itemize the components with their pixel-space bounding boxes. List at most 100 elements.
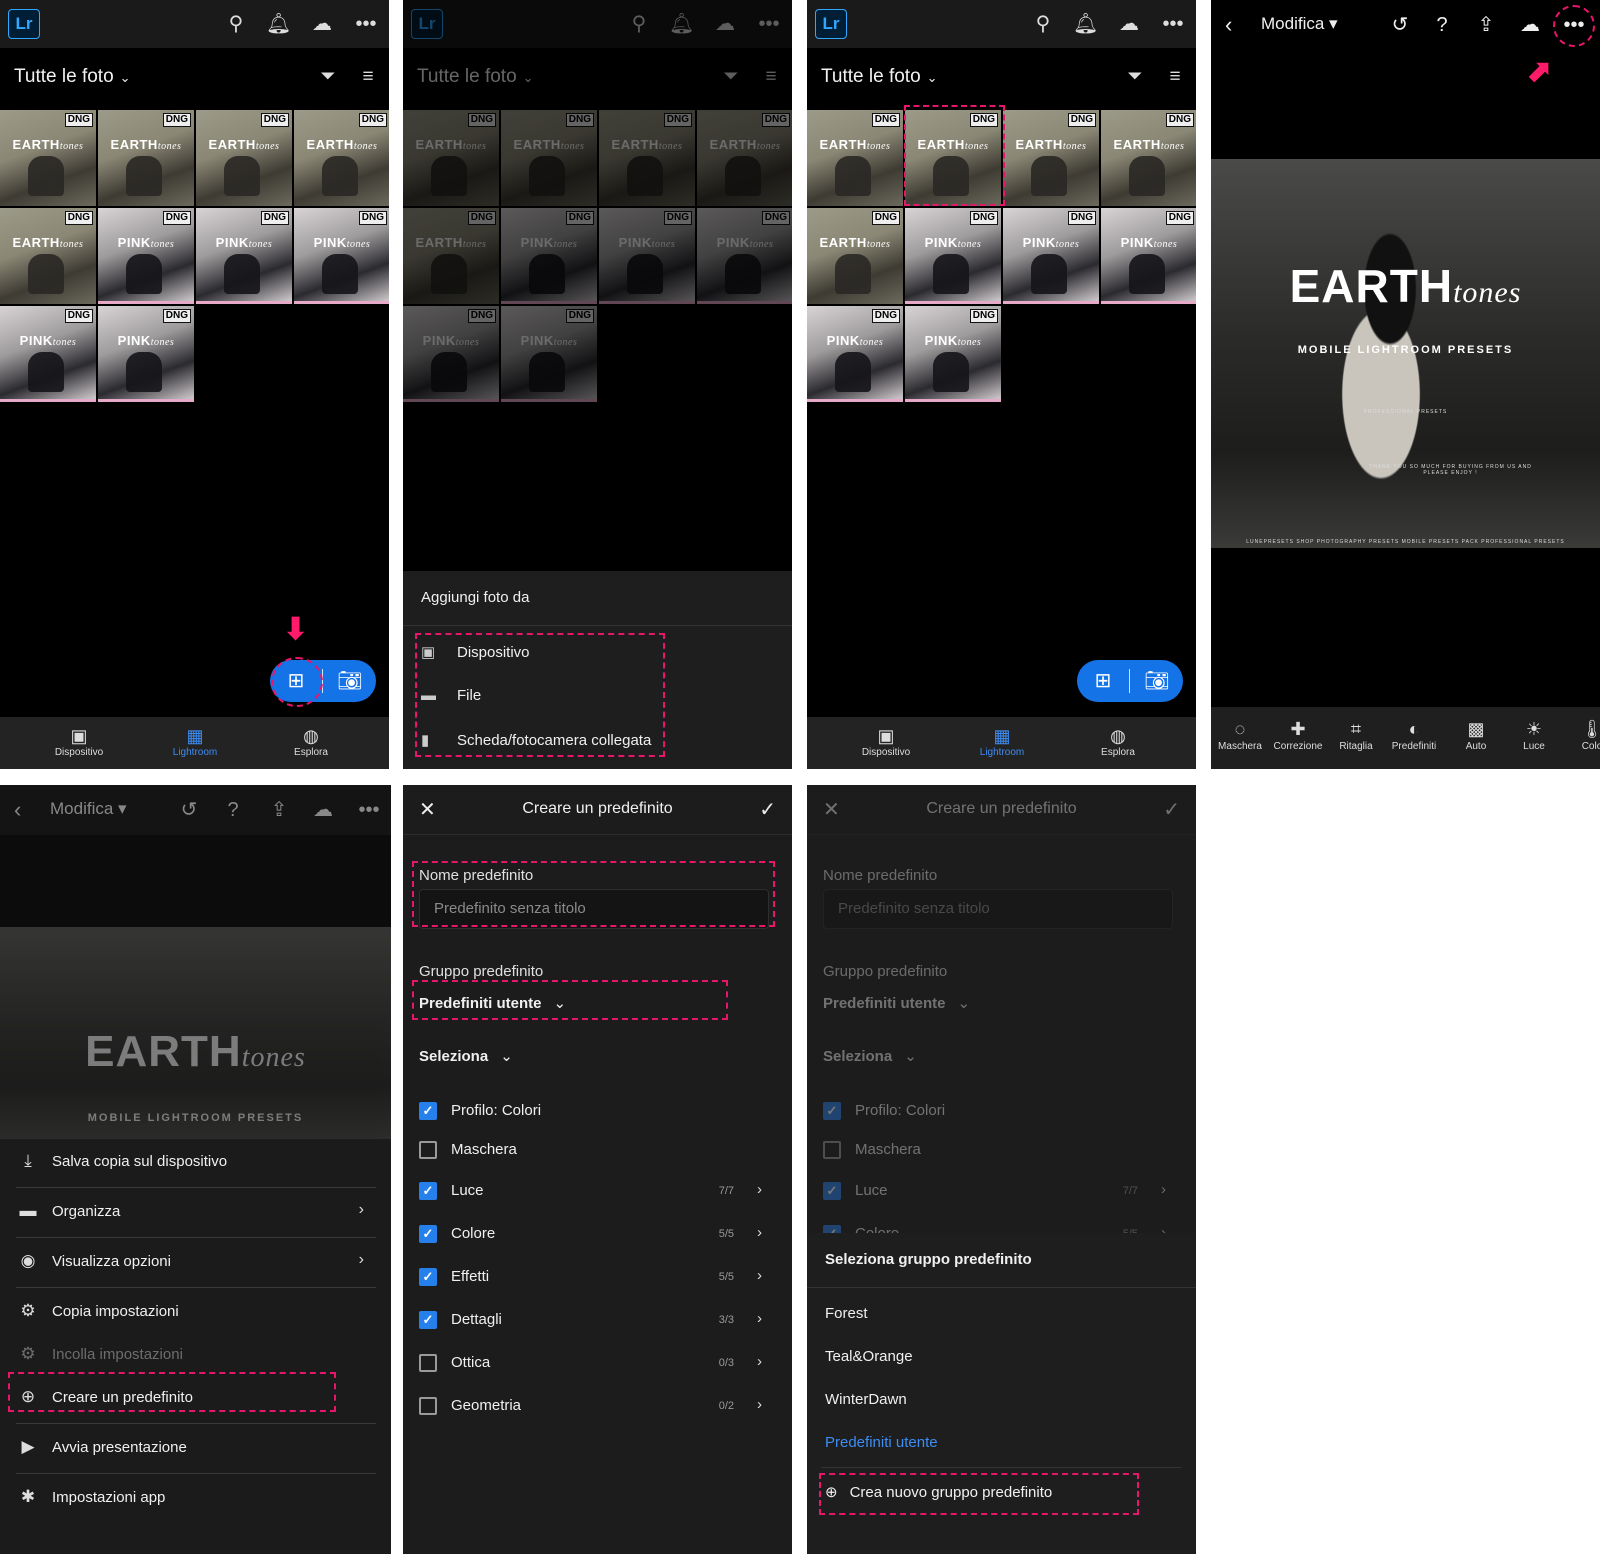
photo-thumbnail[interactable]: DNG PINKtones — [98, 208, 194, 304]
photo-thumbnail[interactable]: DNG PINKtones — [403, 306, 499, 402]
chevron-right-icon[interactable]: › — [757, 1310, 762, 1327]
preset-option-row[interactable]: ✓ Luce 7/7 › — [823, 1177, 1168, 1207]
photo-thumbnail[interactable]: DNG PINKtones — [807, 306, 903, 402]
nav-device[interactable]: ▣ Dispositivo — [841, 725, 931, 758]
add-photo-icon[interactable]: ⊞ — [1077, 660, 1129, 702]
checkbox[interactable]: ✓ — [419, 1182, 437, 1200]
checkbox[interactable]: ✓ — [823, 1102, 841, 1120]
menu-item[interactable]: ▶ Avvia presentazione — [16, 1423, 376, 1473]
tool-presets[interactable]: ◐ Predefiniti — [1385, 717, 1443, 752]
checkbox[interactable]: ✓ — [419, 1311, 437, 1329]
photo-thumbnail[interactable]: DNG EARTHtones — [1101, 110, 1196, 206]
checkbox[interactable] — [419, 1397, 437, 1415]
preset-option-row[interactable]: Maschera — [419, 1136, 764, 1166]
photo-thumbnail[interactable]: DNG PINKtones — [1101, 208, 1196, 304]
chevron-right-icon[interactable]: › — [757, 1224, 762, 1241]
group-teal-orange[interactable]: Teal&Orange — [825, 1348, 913, 1365]
search-people-icon[interactable]: ⚲ — [1031, 12, 1055, 36]
mode-dropdown[interactable]: Modifica ▾ — [1261, 14, 1338, 34]
confirm-check-icon[interactable]: ✓ — [759, 797, 776, 822]
tool-heal[interactable]: ✚ Correzione — [1269, 717, 1327, 752]
checkbox[interactable] — [419, 1354, 437, 1372]
more-icon[interactable]: ••• — [1561, 12, 1587, 38]
chevron-right-icon[interactable]: › — [757, 1181, 762, 1198]
share-icon[interactable]: ⇪ — [266, 797, 292, 823]
preset-option-row[interactable]: ✓ Dettagli 3/3 › — [419, 1306, 764, 1336]
photo-thumbnail[interactable]: DNG EARTHtones — [403, 208, 499, 304]
tool-auto[interactable]: ▩ Auto — [1447, 717, 1505, 752]
add-from-file[interactable]: ▬ File — [421, 687, 481, 704]
preset-option-row[interactable]: Ottica 0/3 › — [419, 1349, 764, 1379]
chevron-right-icon[interactable]: › — [757, 1396, 762, 1413]
share-icon[interactable]: ⇪ — [1473, 12, 1499, 38]
back-icon[interactable]: ‹ — [14, 797, 21, 823]
history-icon[interactable]: ↺ — [1387, 12, 1413, 38]
history-icon[interactable]: ↺ — [176, 797, 202, 823]
tool-mask[interactable]: ◌ Maschera — [1211, 717, 1269, 752]
photo-thumbnail[interactable]: DNG EARTHtones — [501, 110, 597, 206]
photo-thumbnail[interactable]: DNG EARTHtones — [196, 110, 292, 206]
nav-lightroom[interactable]: ▦ Lightroom — [957, 725, 1047, 758]
preset-name-input[interactable]: Predefinito senza titolo — [419, 889, 769, 929]
bell-icon[interactable]: 🔔︎ — [266, 12, 291, 36]
photo-thumbnail[interactable]: DNG PINKtones — [599, 208, 695, 304]
photo-thumbnail[interactable]: DNG PINKtones — [501, 208, 597, 304]
help-icon[interactable]: ? — [220, 797, 246, 823]
menu-item[interactable]: ▬ Organizza › — [16, 1187, 376, 1237]
nav-explore[interactable]: ◍ Esplora — [1073, 725, 1163, 758]
photo-thumbnail[interactable]: DNG EARTHtones — [905, 110, 1001, 206]
photo-thumbnail[interactable]: DNG PINKtones — [294, 208, 389, 304]
checkbox[interactable]: ✓ — [823, 1182, 841, 1200]
photo-thumbnail[interactable]: DNG EARTHtones — [0, 110, 96, 206]
menu-item[interactable]: ⤓ Salva copia sul dispositivo — [16, 1137, 376, 1187]
photo-thumbnail[interactable]: DNG PINKtones — [697, 208, 792, 304]
photo-thumbnail[interactable]: DNG PINKtones — [1003, 208, 1099, 304]
album-title[interactable]: Tutte le foto ⌄ — [14, 66, 131, 88]
chevron-right-icon[interactable]: › — [757, 1267, 762, 1284]
preset-option-row[interactable]: ✓ Luce 7/7 › — [419, 1177, 764, 1207]
filter-icon[interactable]: ⏷ — [1123, 66, 1147, 90]
photo-thumbnail[interactable]: DNG EARTHtones — [1003, 110, 1099, 206]
checkbox[interactable]: ✓ — [419, 1225, 437, 1243]
more-icon[interactable]: ••• — [354, 12, 378, 36]
cloud-sync-icon[interactable]: ☁ — [310, 797, 336, 823]
group-forest[interactable]: Forest — [825, 1305, 868, 1322]
cloud-sync-icon[interactable]: ☁ — [310, 12, 334, 36]
photo-thumbnail[interactable]: DNG EARTHtones — [807, 110, 903, 206]
photo-thumbnail[interactable]: DNG EARTHtones — [294, 110, 389, 206]
checkbox[interactable]: ✓ — [419, 1102, 437, 1120]
camera-icon[interactable]: 📷︎ — [324, 660, 376, 702]
select-dropdown[interactable]: Seleziona ⌄ — [419, 1047, 513, 1065]
add-photo-icon[interactable]: ⊞ — [270, 660, 322, 702]
album-title[interactable]: Tutte le foto ⌄ — [821, 66, 938, 88]
camera-icon[interactable]: 📷︎ — [1131, 660, 1183, 702]
photo-thumbnail[interactable]: DNG EARTHtones — [697, 110, 792, 206]
nav-lightroom[interactable]: ▦ Lightroom — [150, 725, 240, 758]
add-from-device[interactable]: ▣ Dispositivo — [421, 643, 530, 661]
create-group-button[interactable]: ⊕ Crea nuovo gruppo predefinito — [825, 1483, 1052, 1501]
photo-preview[interactable]: EARTHtones MOBILE LIGHTROOM PRESETS PROF… — [1211, 159, 1600, 548]
photo-thumbnail[interactable]: DNG PINKtones — [98, 306, 194, 402]
checkbox[interactable] — [823, 1141, 841, 1159]
photo-thumbnail[interactable]: DNG EARTHtones — [807, 208, 903, 304]
filter-icon[interactable]: ⏷ — [316, 66, 340, 90]
photo-thumbnail[interactable]: DNG PINKtones — [501, 306, 597, 402]
checkbox[interactable] — [419, 1141, 437, 1159]
preset-option-row[interactable]: Geometria 0/2 › — [419, 1392, 764, 1422]
menu-item[interactable]: ⊕ Creare un predefinito — [16, 1373, 376, 1423]
photo-thumbnail[interactable]: DNG PINKtones — [905, 208, 1001, 304]
photo-thumbnail[interactable]: DNG EARTHtones — [403, 110, 499, 206]
preset-option-row[interactable]: ✓ Effetti 5/5 › — [419, 1263, 764, 1293]
checkbox[interactable]: ✓ — [419, 1268, 437, 1286]
photo-thumbnail[interactable]: DNG EARTHtones — [98, 110, 194, 206]
photo-thumbnail[interactable]: DNG EARTHtones — [599, 110, 695, 206]
mode-dropdown[interactable]: Modifica ▾ — [50, 799, 127, 819]
tool-color[interactable]: 🌡︎ Colo — [1563, 717, 1600, 752]
preset-group-dropdown[interactable]: Predefiniti utente ⌄ — [419, 994, 566, 1012]
preset-option-row[interactable]: Maschera — [823, 1136, 1168, 1166]
preset-option-row[interactable]: ✓ Profilo: Colori — [419, 1097, 764, 1127]
cloud-sync-icon[interactable]: ☁ — [1117, 12, 1141, 36]
add-from-card[interactable]: ▮ Scheda/fotocamera collegata — [421, 731, 651, 749]
preset-option-row[interactable]: ✓ Colore 5/5 › — [419, 1220, 764, 1250]
photo-thumbnail[interactable]: DNG PINKtones — [0, 306, 96, 402]
